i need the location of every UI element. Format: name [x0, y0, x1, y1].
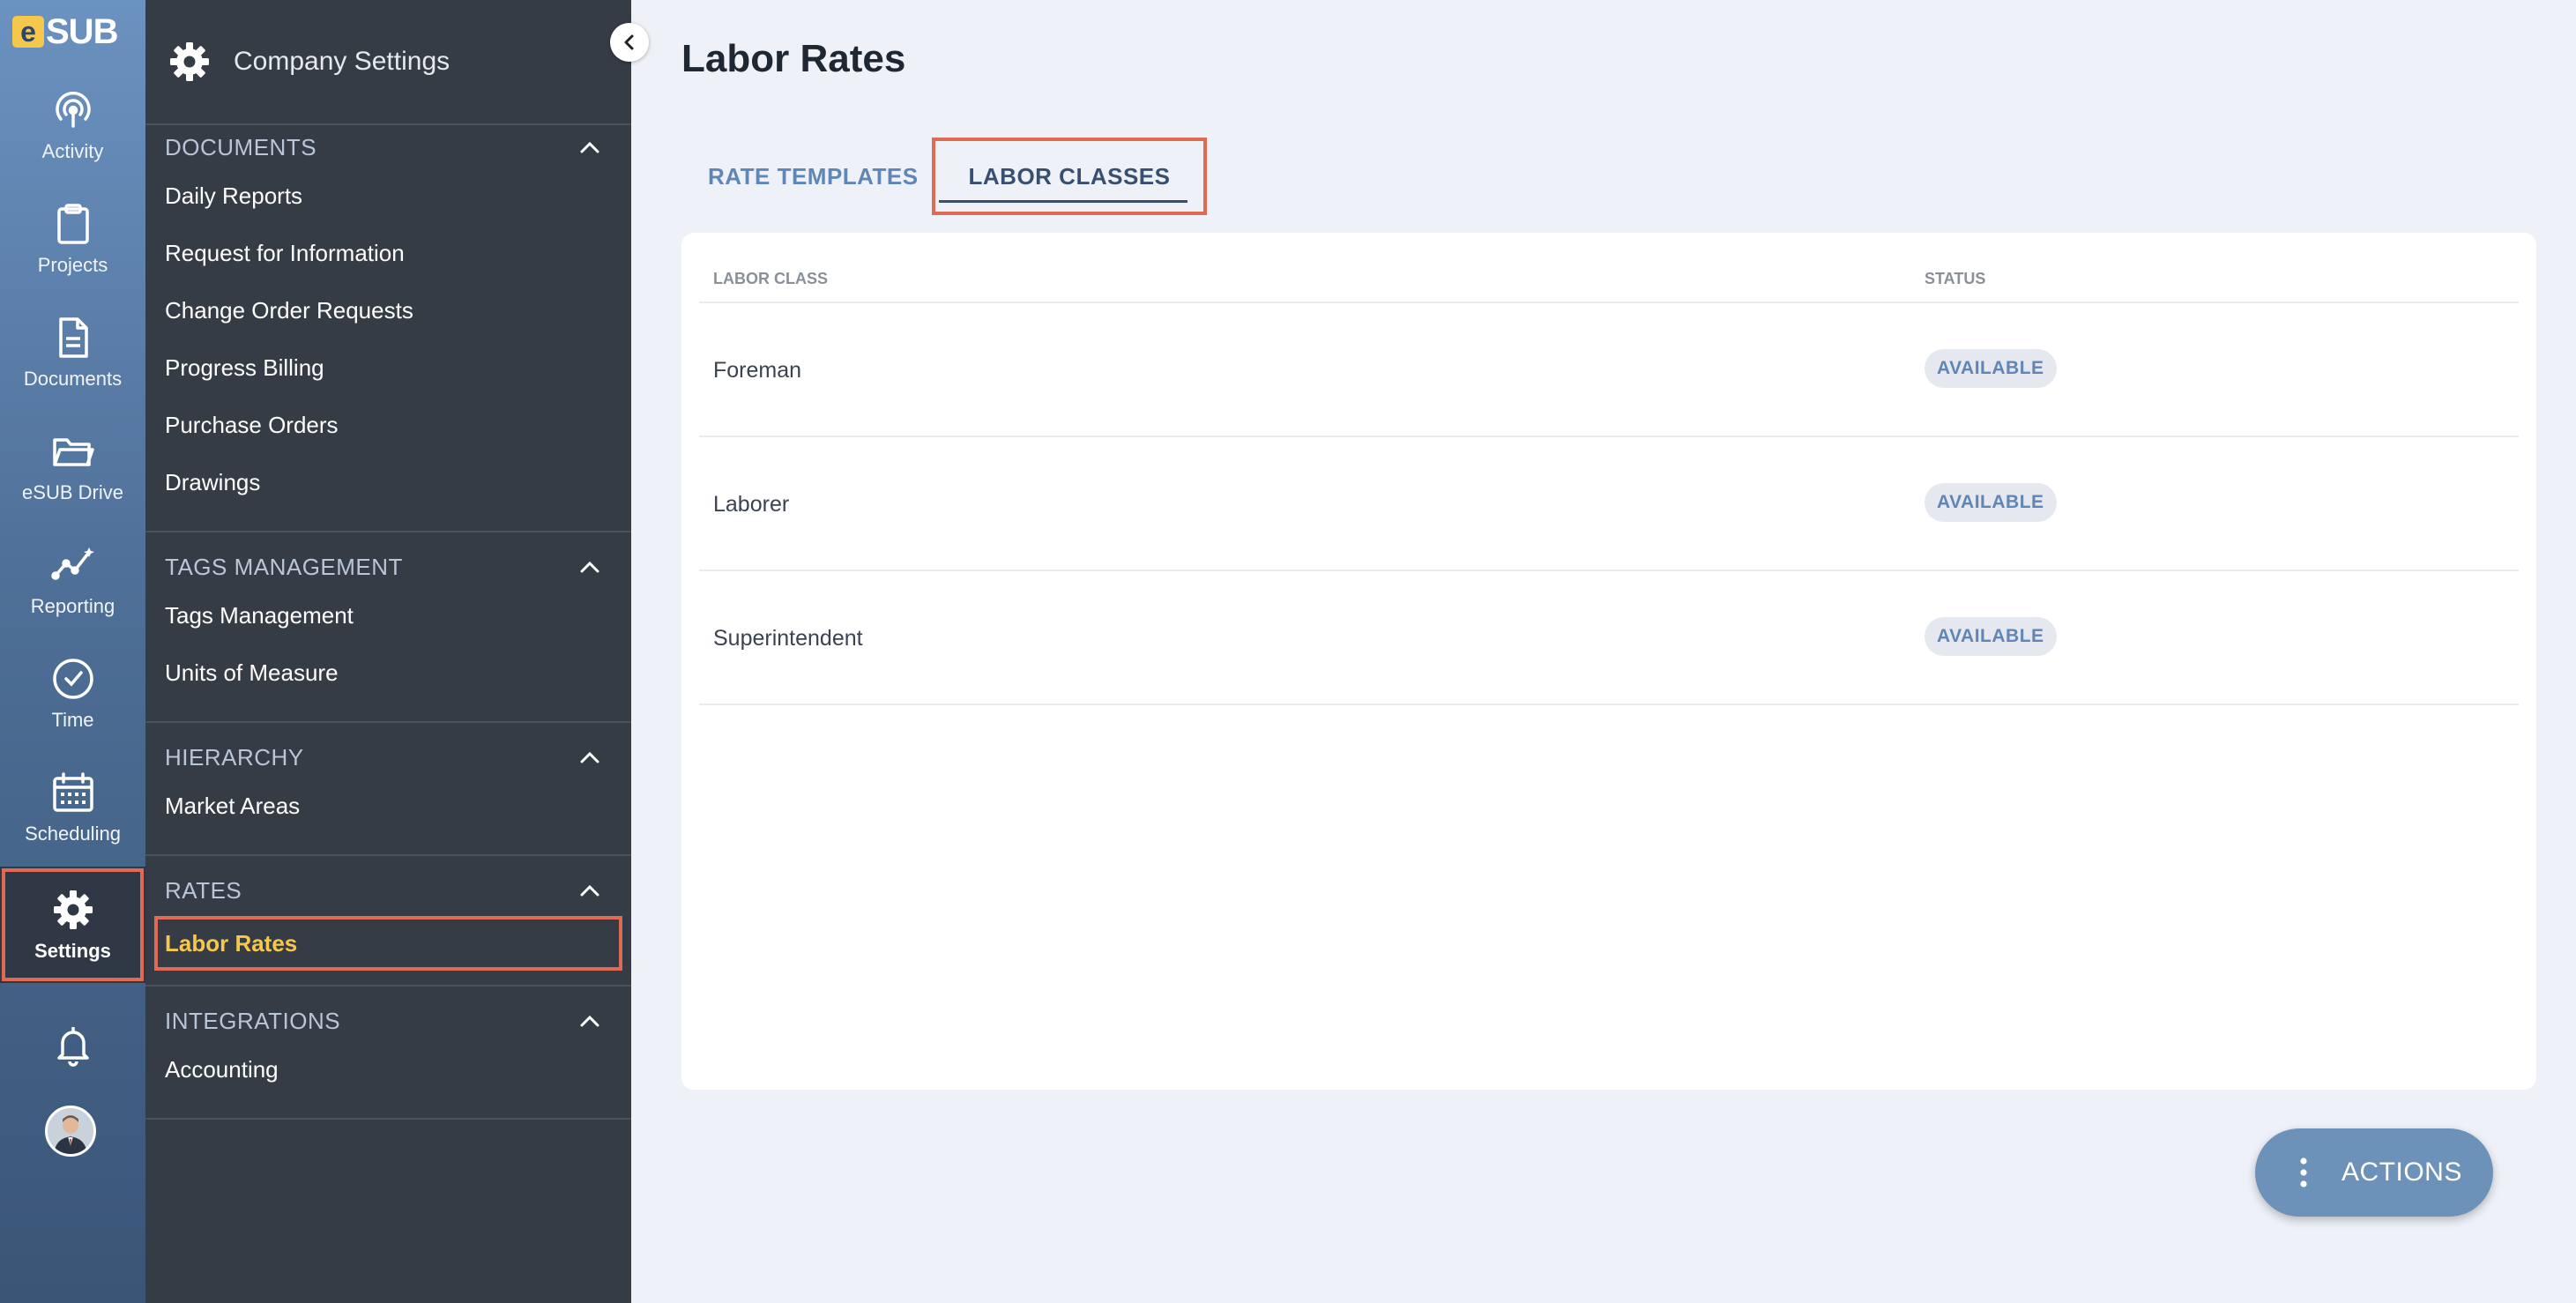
sidebar-section-hierarchy: HIERARCHY Market Areas — [145, 723, 631, 856]
tab-bar: RATE TEMPLATES LABOR CLASSES — [681, 138, 1207, 215]
rail-item-reporting[interactable]: Reporting — [0, 524, 145, 637]
user-avatar-icon — [48, 1108, 93, 1154]
bell-icon — [56, 1027, 89, 1067]
rail-label-reporting: Reporting — [30, 595, 115, 617]
sidebar-item-purchase-orders[interactable]: Purchase Orders — [145, 397, 631, 454]
sidebar-item-drawings[interactable]: Drawings — [145, 454, 631, 511]
labor-class-name: Laborer — [713, 492, 790, 517]
section-toggle-tags[interactable]: TAGS MANAGEMENT — [145, 547, 631, 587]
actions-label: ACTIONS — [2341, 1158, 2462, 1187]
main-content: Labor Rates RATE TEMPLATES LABOR CLASSES… — [631, 0, 2576, 1303]
rail-item-time[interactable]: Time — [0, 637, 145, 750]
rail-label-esub-drive: eSUB Drive — [22, 481, 123, 503]
column-header-labor-class[interactable]: LABOR CLASS — [713, 270, 828, 288]
rail-label-time: Time — [51, 709, 94, 731]
table-row[interactable]: Foreman AVAILABLE — [699, 303, 2519, 437]
rail-item-settings[interactable]: Settings — [0, 867, 145, 983]
tab-label: LABOR CLASSES — [968, 162, 1171, 190]
tab-label: RATE TEMPLATES — [708, 162, 919, 190]
sidebar-section-tags: TAGS MANAGEMENT Tags Management Units of… — [145, 532, 631, 723]
rail-item-scheduling[interactable]: Scheduling — [0, 751, 145, 864]
settings-sidebar: Company Settings DOCUMENTS Daily Reports… — [145, 0, 649, 1303]
calendar-icon — [52, 772, 93, 812]
folder-icon — [52, 438, 94, 466]
chevron-up-icon — [580, 884, 599, 897]
activity-icon — [55, 92, 91, 128]
sidebar-item-labor-rates[interactable]: Labor Rates — [154, 916, 622, 971]
section-toggle-documents[interactable]: DOCUMENTS — [145, 127, 631, 168]
labor-classes-table: LABOR CLASS STATUS Foreman AVAILABLE Lab… — [681, 233, 2536, 1090]
rail-label-scheduling: Scheduling — [25, 823, 121, 845]
rail-item-documents[interactable]: Documents — [0, 296, 145, 409]
status-badge: AVAILABLE — [1925, 617, 2057, 656]
chevron-up-icon — [580, 561, 599, 573]
section-title: RATES — [165, 876, 242, 904]
page-title: Labor Rates — [681, 37, 906, 80]
rail-item-esub-drive[interactable]: eSUB Drive — [0, 410, 145, 523]
sidebar-item-tags-management[interactable]: Tags Management — [145, 587, 631, 644]
section-toggle-hierarchy[interactable]: HIERARCHY — [145, 737, 631, 778]
table-row[interactable]: Laborer AVAILABLE — [699, 437, 2519, 571]
sidebar-item-units-of-measure[interactable]: Units of Measure — [145, 644, 631, 702]
section-title: DOCUMENTS — [165, 133, 317, 160]
section-toggle-integrations[interactable]: INTEGRATIONS — [145, 1001, 631, 1041]
labor-class-name: Superintendent — [713, 626, 863, 651]
avatar[interactable] — [45, 1106, 96, 1157]
actions-button[interactable]: ACTIONS — [2255, 1128, 2493, 1217]
document-icon — [58, 317, 88, 358]
notifications-button[interactable] — [0, 993, 145, 1098]
section-title: INTEGRATIONS — [165, 1007, 341, 1034]
sidebar-section-documents: DOCUMENTS Daily Reports Request for Info… — [145, 125, 631, 532]
rail-label-settings: Settings — [34, 940, 111, 962]
left-rail: e SUB Activity Projects Documents eSUB D… — [0, 0, 145, 1303]
labor-class-name: Foreman — [713, 358, 802, 383]
sidebar-header: Company Settings — [145, 0, 631, 125]
gear-icon — [53, 890, 93, 929]
tab-labor-classes[interactable]: LABOR CLASSES — [932, 138, 1207, 215]
collapse-sidebar-button[interactable] — [610, 23, 649, 62]
chevron-up-icon — [580, 751, 599, 763]
rail-item-projects[interactable]: Projects — [0, 182, 145, 295]
chevron-left-icon — [624, 34, 634, 50]
table-header: LABOR CLASS STATUS — [699, 257, 2519, 303]
sidebar-item-market-areas[interactable]: Market Areas — [145, 778, 631, 835]
column-header-status[interactable]: STATUS — [1925, 270, 1985, 288]
sidebar-section-rates: RATES Labor Rates — [145, 856, 631, 987]
sidebar-section-integrations: INTEGRATIONS Accounting — [145, 987, 631, 1120]
trend-icon — [50, 547, 94, 580]
logo-text: SUB — [46, 11, 118, 51]
status-badge: AVAILABLE — [1925, 483, 2057, 522]
rail-item-activity[interactable]: Activity — [0, 69, 145, 182]
rail-label-documents: Documents — [23, 368, 123, 390]
sidebar-item-accounting[interactable]: Accounting — [145, 1041, 631, 1098]
clipboard-icon — [56, 204, 89, 244]
gear-icon — [170, 42, 209, 81]
sidebar-item-change-order-requests[interactable]: Change Order Requests — [145, 282, 631, 339]
active-tab-indicator — [939, 200, 1187, 203]
logo-letter: e — [12, 16, 44, 48]
sidebar-item-daily-reports[interactable]: Daily Reports — [145, 168, 631, 225]
esub-logo[interactable]: e SUB — [12, 11, 118, 51]
chevron-up-icon — [580, 1015, 599, 1027]
section-title: TAGS MANAGEMENT — [165, 553, 403, 580]
sidebar-title: Company Settings — [234, 47, 450, 76]
chevron-up-icon — [580, 141, 599, 153]
table-row[interactable]: Superintendent AVAILABLE — [699, 571, 2519, 705]
rail-label-projects: Projects — [37, 254, 108, 276]
clock-icon — [52, 659, 93, 699]
sidebar-item-rfi[interactable]: Request for Information — [145, 225, 631, 282]
section-title: HIERARCHY — [165, 743, 304, 771]
section-toggle-rates[interactable]: RATES — [145, 870, 631, 911]
app: e SUB Activity Projects Documents eSUB D… — [0, 0, 2576, 1303]
rail-label-activity: Activity — [41, 140, 104, 162]
sidebar-item-progress-billing[interactable]: Progress Billing — [145, 339, 631, 397]
status-badge: AVAILABLE — [1925, 349, 2057, 388]
tab-rate-templates[interactable]: RATE TEMPLATES — [681, 139, 934, 213]
more-vertical-icon — [2300, 1158, 2307, 1188]
